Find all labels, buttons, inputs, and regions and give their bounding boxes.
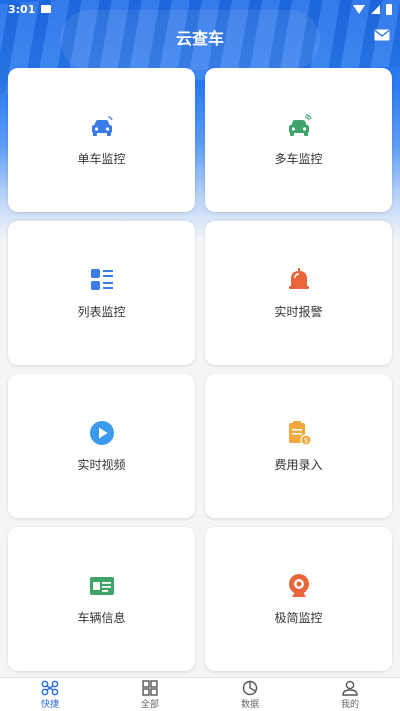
grid-icon: [142, 679, 158, 696]
tab-all[interactable]: 全部: [120, 679, 180, 710]
card-realtime-alarm[interactable]: 实时报警: [205, 221, 392, 365]
card-label: 车辆信息: [77, 610, 126, 625]
card-label: 多车监控: [274, 151, 323, 166]
user-icon: [342, 680, 358, 696]
function-grid: 单车监控 多车监控 列表监控 实时报警 实时视频 $ 费用录入 车辆信息 极简监…: [8, 68, 392, 671]
bottom-tab-bar: 快捷 全部 数据 我的: [0, 677, 400, 711]
tab-label: 快捷: [40, 699, 59, 710]
card-label: 实时报警: [274, 304, 323, 319]
pie-chart-icon: [242, 680, 258, 695]
page-title: 云查车: [175, 29, 224, 48]
card-multi-vehicle-monitor[interactable]: 多车监控: [205, 68, 392, 212]
wifi-icon: [353, 4, 365, 14]
tab-label: 全部: [140, 699, 159, 710]
quick-icon: [41, 680, 59, 695]
tab-label: 数据: [240, 699, 259, 710]
card-list-monitor[interactable]: 列表监控: [8, 221, 195, 365]
alarm-bell-icon: [288, 267, 309, 289]
multi-car-icon: [288, 113, 312, 136]
card-label: 单车监控: [77, 151, 126, 166]
card-minimal-monitor[interactable]: 极简监控: [205, 527, 392, 671]
vehicle-card-icon: [89, 576, 114, 595]
expense-clipboard-icon: $: [288, 420, 312, 446]
svg-text:$: $: [303, 436, 307, 444]
tab-data[interactable]: 数据: [220, 680, 280, 710]
signal-icon: [371, 4, 380, 14]
tab-mine[interactable]: 我的: [320, 680, 380, 710]
card-label: 列表监控: [77, 304, 126, 319]
card-expense-entry[interactable]: $ 费用录入: [205, 374, 392, 518]
card-label: 极简监控: [274, 610, 323, 625]
card-realtime-video[interactable]: 实时视频: [8, 374, 195, 518]
status-bar: 3:01: [0, 0, 400, 18]
mail-icon[interactable]: [374, 29, 390, 41]
tab-quick[interactable]: 快捷: [20, 680, 80, 710]
play-icon: [89, 420, 114, 445]
card-label: 费用录入: [274, 457, 323, 472]
notification-icon: [41, 5, 52, 13]
tab-label: 我的: [340, 699, 359, 710]
card-single-vehicle-monitor[interactable]: 单车监控: [8, 68, 195, 212]
car-icon: [91, 115, 113, 136]
webcam-icon: [288, 573, 309, 597]
app-header: 云查车: [0, 22, 400, 52]
battery-icon: [386, 3, 392, 15]
card-vehicle-info[interactable]: 车辆信息: [8, 527, 195, 671]
status-time: 3:01: [8, 2, 36, 16]
list-icon: [90, 268, 113, 290]
card-label: 实时视频: [77, 457, 126, 472]
